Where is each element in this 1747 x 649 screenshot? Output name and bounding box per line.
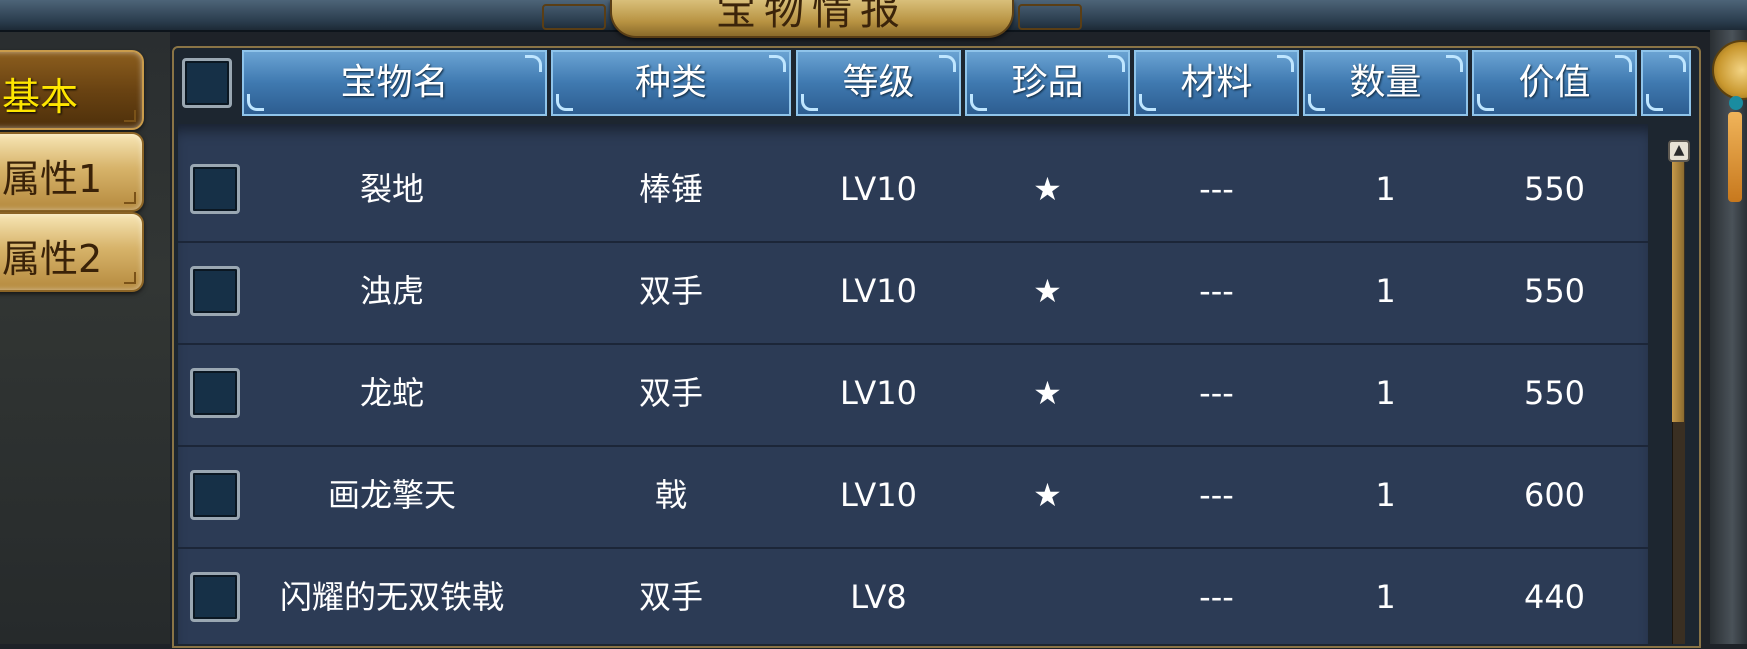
cell-type: 双手 <box>638 578 703 616</box>
row-checkbox[interactable] <box>190 368 240 418</box>
cell-material: --- <box>1199 272 1234 310</box>
title-plaque: 宝物情报 <box>542 0 1082 38</box>
cell-type: 双手 <box>638 272 703 310</box>
column-header-rare[interactable]: 珍品 <box>965 50 1130 116</box>
cell-value: 440 <box>1523 578 1586 616</box>
cell-level: LV10 <box>840 170 917 208</box>
table-row[interactable]: 裂地 棒锤 LV10 ★ --- 1 550 <box>178 140 1648 243</box>
cell-quantity: 1 <box>1375 476 1396 514</box>
cell-level: LV10 <box>840 374 917 412</box>
cell-rare <box>965 574 1130 620</box>
column-header-quantity[interactable]: 数量 <box>1303 50 1468 116</box>
plaque-ornament-right-icon <box>1018 4 1082 30</box>
cell-level: LV10 <box>840 476 917 514</box>
cell-rare: ★ <box>1033 476 1062 514</box>
cell-rare: ★ <box>1033 374 1062 412</box>
tab-attributes-2[interactable]: 属性2 <box>0 212 144 292</box>
tab-basic[interactable]: 基本 <box>0 50 144 130</box>
cell-level: LV10 <box>840 272 917 310</box>
tab-attributes-1[interactable]: 属性1 <box>0 132 144 212</box>
cell-level: LV8 <box>850 578 907 616</box>
cell-name: 浊虎 <box>359 272 424 310</box>
table-row[interactable]: 画龙擎天 戟 LV10 ★ --- 1 600 <box>178 446 1648 549</box>
corner-ornament-icon <box>124 272 136 284</box>
tab-attributes-2-label: 属性2 <box>2 237 103 281</box>
row-checkbox[interactable] <box>190 470 240 520</box>
tab-attributes-1-label: 属性1 <box>2 157 103 201</box>
select-all-checkbox[interactable] <box>182 58 232 108</box>
cell-material: --- <box>1199 476 1234 514</box>
tassel-ornament-icon <box>1728 112 1742 202</box>
scrollbar-thumb[interactable] <box>1672 162 1684 422</box>
window-title: 宝物情报 <box>716 0 908 34</box>
cell-quantity: 1 <box>1375 578 1396 616</box>
table-row[interactable]: 龙蛇 双手 LV10 ★ --- 1 550 <box>178 344 1648 447</box>
row-checkbox[interactable] <box>190 572 240 622</box>
column-header-type[interactable]: 种类 <box>551 50 791 116</box>
tab-basic-label: 基本 <box>2 75 79 119</box>
row-checkbox[interactable] <box>190 164 240 214</box>
cell-name: 裂地 <box>359 170 424 208</box>
cell-rare: ★ <box>1033 170 1062 208</box>
cell-type: 棒锤 <box>638 170 703 208</box>
chevron-up-icon[interactable]: ▲ <box>1668 140 1690 162</box>
cell-value: 550 <box>1523 170 1586 208</box>
cell-name: 画龙擎天 <box>327 476 456 514</box>
row-checkbox[interactable] <box>190 266 240 316</box>
cell-name: 闪耀的无双铁戟 <box>279 578 504 616</box>
cell-value: 550 <box>1523 272 1586 310</box>
cell-quantity: 1 <box>1375 272 1396 310</box>
column-header-extra[interactable] <box>1641 50 1691 116</box>
column-header-level[interactable]: 等级 <box>796 50 961 116</box>
column-header-value[interactable]: 价值 <box>1472 50 1637 116</box>
corner-ornament-icon <box>124 192 136 204</box>
cell-name: 龙蛇 <box>359 374 424 412</box>
column-header-material[interactable]: 材料 <box>1134 50 1299 116</box>
column-header-name[interactable]: 宝物名 <box>242 50 547 116</box>
bead-ornament-icon <box>1729 96 1743 110</box>
cell-value: 600 <box>1523 476 1586 514</box>
cell-type: 戟 <box>654 476 687 514</box>
cell-type: 双手 <box>638 374 703 412</box>
table-row[interactable]: 浊虎 双手 LV10 ★ --- 1 550 <box>178 242 1648 345</box>
cell-material: --- <box>1199 578 1234 616</box>
cell-material: --- <box>1199 170 1234 208</box>
plaque-ornament-left-icon <box>542 4 606 30</box>
cell-material: --- <box>1199 374 1234 412</box>
cell-quantity: 1 <box>1375 374 1396 412</box>
cell-quantity: 1 <box>1375 170 1396 208</box>
table-row[interactable]: 闪耀的无双铁戟 双手 LV8 --- 1 440 <box>178 548 1648 649</box>
cell-rare: ★ <box>1033 272 1062 310</box>
cell-value: 550 <box>1523 374 1586 412</box>
corner-ornament-icon <box>124 110 136 122</box>
